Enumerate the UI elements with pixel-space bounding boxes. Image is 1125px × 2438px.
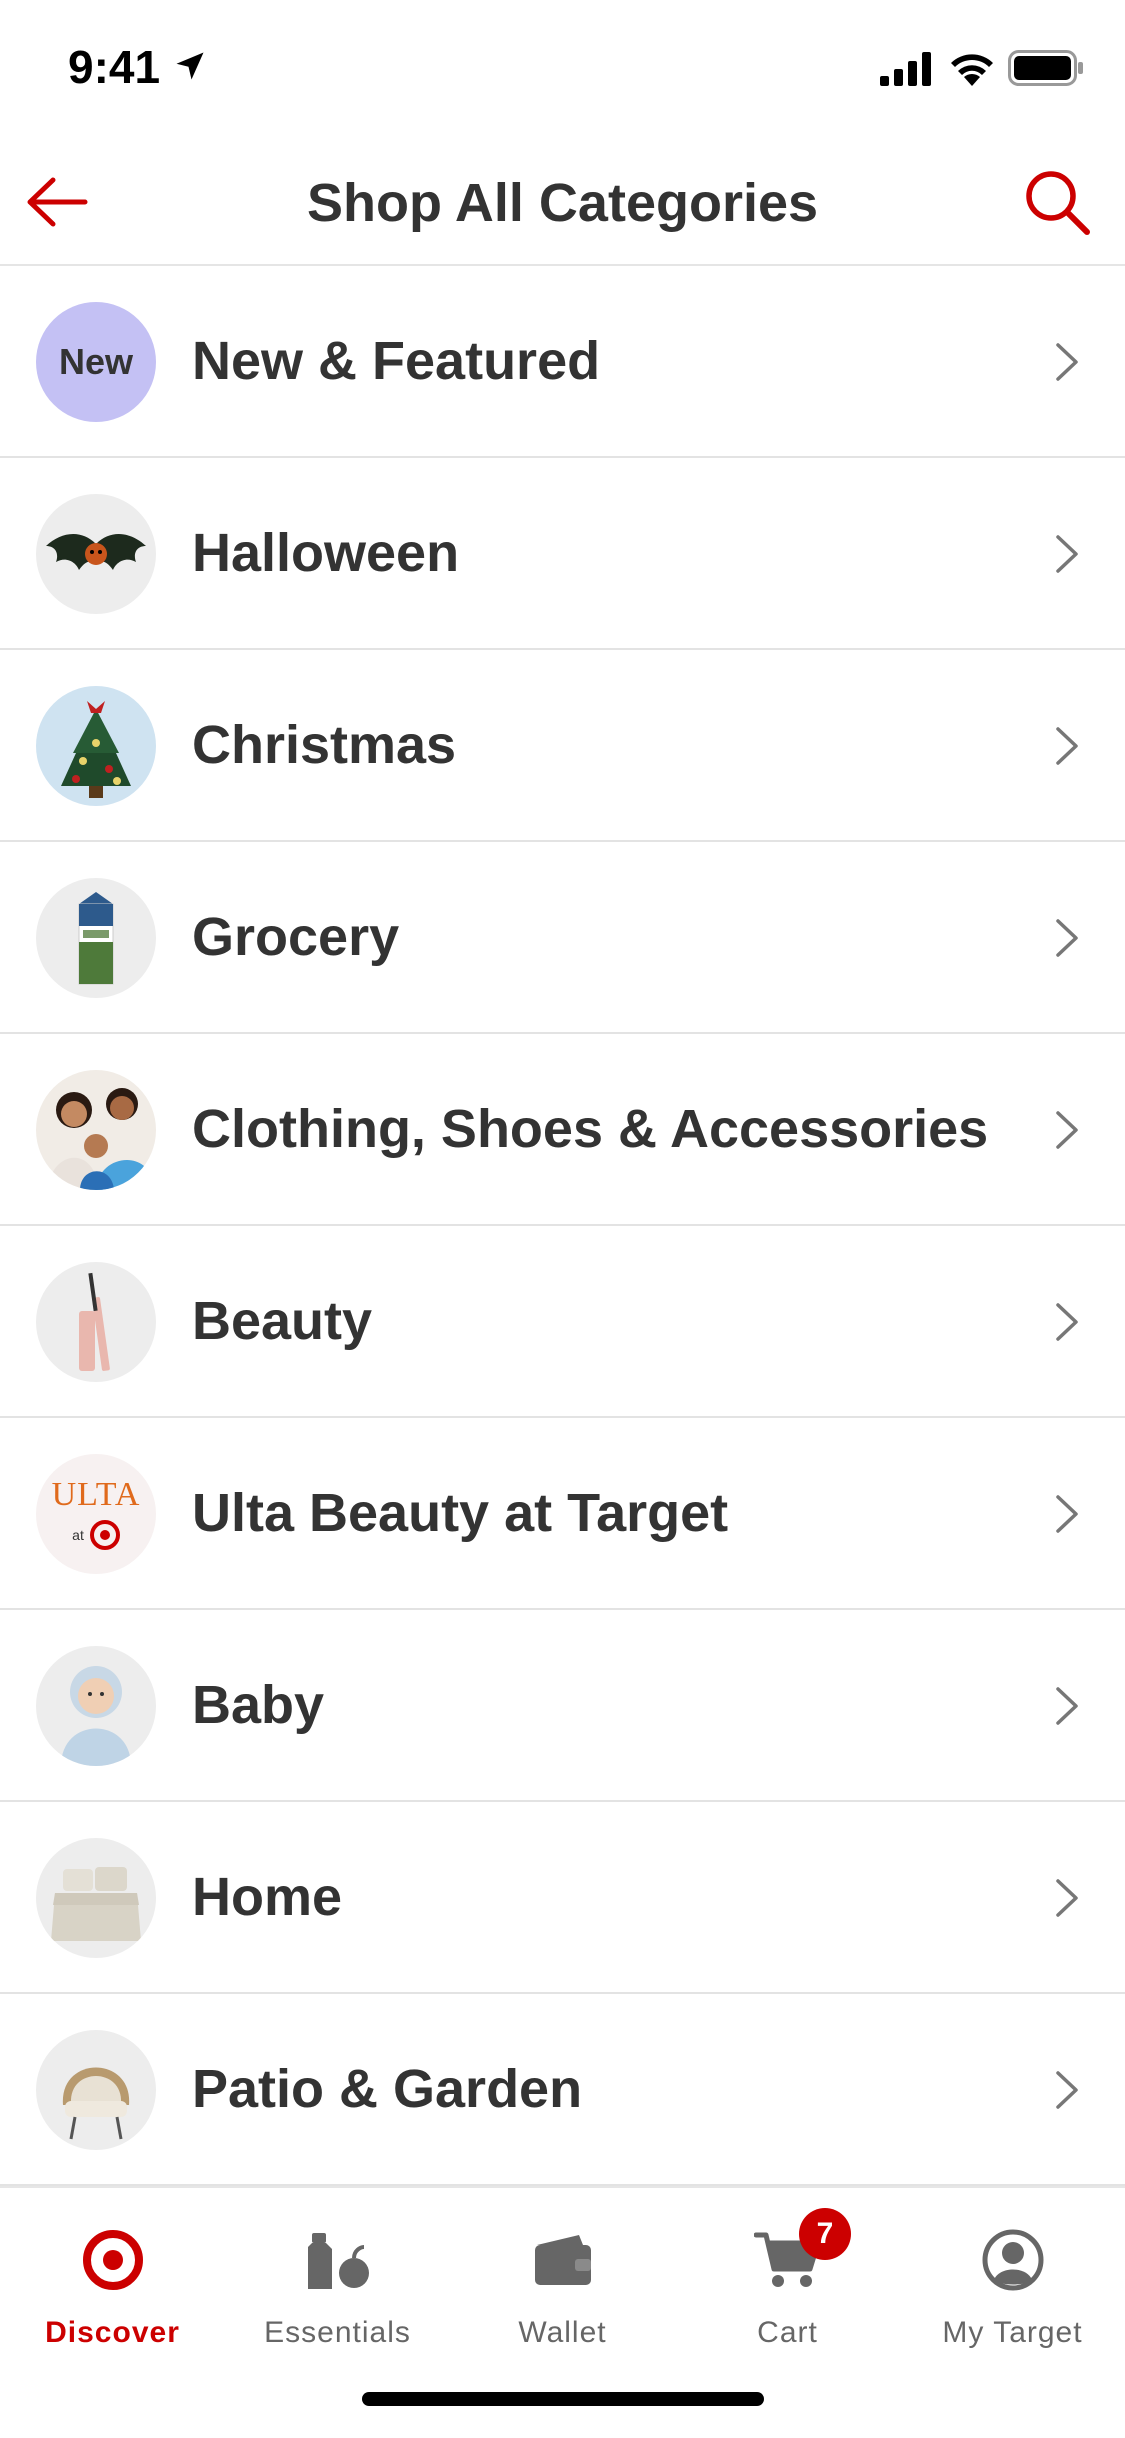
- ulta-at-target-logo: ULTA at: [36, 1454, 156, 1574]
- navigation-header: Shop All Categories: [0, 140, 1125, 266]
- account-icon: [982, 2229, 1043, 2291]
- category-list: New New & Featured Halloween Christmas G…: [0, 266, 1125, 2186]
- search-button[interactable]: [1017, 162, 1097, 242]
- wallet-icon: [534, 2235, 591, 2285]
- category-row-christmas[interactable]: Christmas: [0, 650, 1125, 842]
- target-bullseye-icon: [82, 2230, 143, 2290]
- category-label: Ulta Beauty at Target: [192, 1483, 729, 1543]
- tab-label: Wallet: [518, 2316, 607, 2349]
- chevron-right-icon: [1056, 1879, 1078, 1917]
- location-arrow-icon: [176, 52, 204, 80]
- beauty-mascara-image: [36, 1262, 156, 1382]
- category-row-home[interactable]: Home: [0, 1802, 1125, 1994]
- tab-cart[interactable]: 7 Cart: [675, 2208, 900, 2358]
- category-row-grocery[interactable]: Grocery: [0, 842, 1125, 1034]
- home-indicator[interactable]: [362, 2392, 764, 2406]
- new-badge-text: New: [58, 341, 134, 382]
- chevron-right-icon: [1056, 343, 1078, 381]
- category-label: Baby: [192, 1675, 325, 1735]
- battery-icon: [1008, 50, 1083, 86]
- target-bullseye-icon: [89, 1520, 120, 1550]
- cellular-signal-icon: [880, 52, 931, 86]
- category-label: Christmas: [192, 715, 457, 775]
- tab-discover[interactable]: Discover: [0, 2208, 225, 2358]
- baby-photo: [36, 1646, 156, 1766]
- patio-chair-image: [36, 2030, 156, 2150]
- halloween-bat-image: [36, 494, 156, 614]
- category-label: Home: [192, 1867, 343, 1927]
- ulta-logo-text: ULTA: [51, 1476, 141, 1513]
- tab-essentials[interactable]: Essentials: [225, 2208, 450, 2358]
- category-row-patio-garden[interactable]: Patio & Garden: [0, 1994, 1125, 2186]
- tab-wallet[interactable]: Wallet: [450, 2208, 675, 2358]
- search-icon: [1026, 171, 1090, 235]
- tab-my-target[interactable]: My Target: [900, 2208, 1125, 2358]
- tab-label: My Target: [942, 2316, 1083, 2349]
- category-row-clothing[interactable]: Clothing, Shoes & Accessories: [0, 1034, 1125, 1226]
- essentials-icon: [307, 2233, 369, 2289]
- status-bar: 9:41: [0, 0, 1125, 140]
- category-row-baby[interactable]: Baby: [0, 1610, 1125, 1802]
- category-row-ulta-beauty[interactable]: ULTA at Ulta Beauty at Target: [0, 1418, 1125, 1610]
- category-row-new-featured[interactable]: New New & Featured: [0, 266, 1125, 458]
- category-label: New & Featured: [192, 331, 601, 391]
- home-bedding-image: [36, 1838, 156, 1958]
- category-label: Grocery: [192, 907, 400, 967]
- new-featured-thumbnail: New: [36, 302, 156, 422]
- category-label: Clothing, Shoes & Accessories: [192, 1099, 989, 1159]
- chevron-right-icon: [1056, 2071, 1078, 2109]
- chevron-right-icon: [1056, 919, 1078, 957]
- wifi-icon: [951, 54, 993, 86]
- chevron-right-icon: [1056, 1303, 1078, 1341]
- christmas-tree-image: [36, 686, 156, 806]
- chevron-right-icon: [1056, 1111, 1078, 1149]
- chevron-right-icon: [1056, 1495, 1078, 1533]
- chevron-right-icon: [1056, 535, 1078, 573]
- chevron-right-icon: [1056, 727, 1078, 765]
- status-time: 9:41: [68, 41, 161, 93]
- clothing-family-photo: [36, 1070, 156, 1190]
- tab-label: Cart: [757, 2316, 818, 2349]
- category-label: Halloween: [192, 523, 460, 583]
- chevron-right-icon: [1056, 1687, 1078, 1725]
- tab-label: Essentials: [264, 2316, 411, 2349]
- category-label: Patio & Garden: [192, 2059, 583, 2119]
- cart-count-badge: 7: [799, 2208, 851, 2260]
- page-title: Shop All Categories: [306, 173, 819, 233]
- ulta-at-text: at: [72, 1527, 84, 1543]
- category-row-halloween[interactable]: Halloween: [0, 458, 1125, 650]
- grocery-milk-carton-image: [36, 878, 156, 998]
- category-label: Beauty: [192, 1291, 373, 1351]
- tab-label: Discover: [45, 2316, 180, 2349]
- category-row-beauty[interactable]: Beauty: [0, 1226, 1125, 1418]
